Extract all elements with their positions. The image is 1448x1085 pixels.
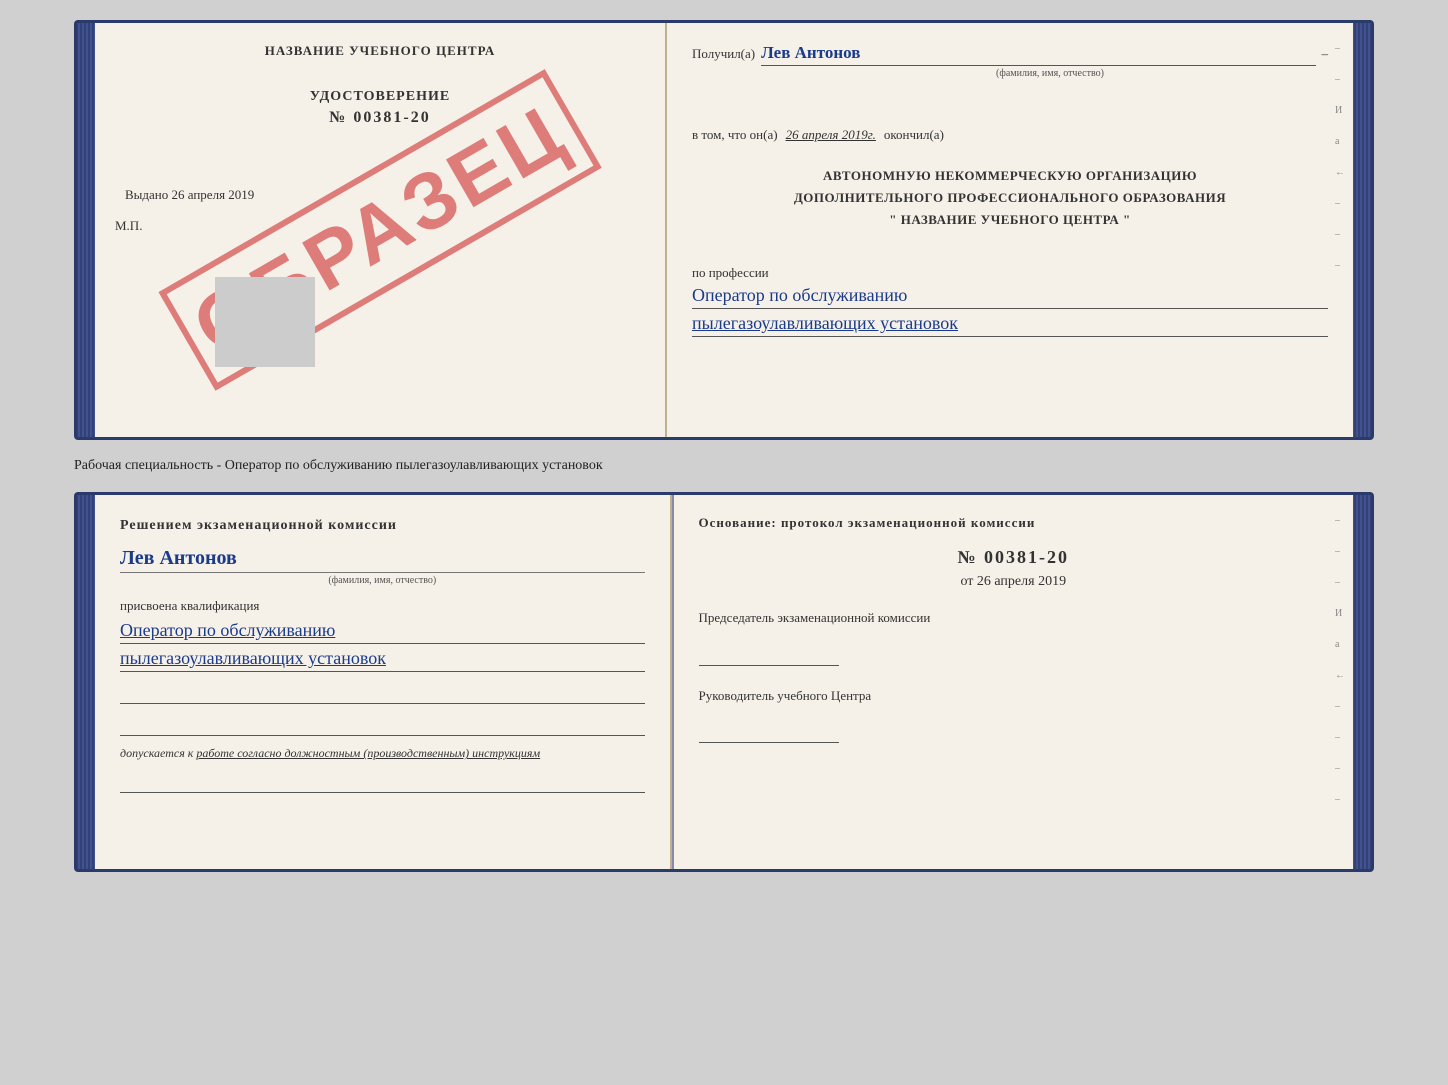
blank-line-3 <box>120 769 645 793</box>
profession-line2: пылегазоулавливающих установок <box>692 313 1328 337</box>
date-prefix: в том, что он(а) <box>692 127 778 143</box>
fio-sublabel-top: (фамилия, имя, отчество) <box>772 68 1328 79</box>
protocol-number: № 00381-20 <box>699 547 1328 568</box>
org-block: АВТОНОМНУЮ НЕКОММЕРЧЕСКУЮ ОРГАНИЗАЦИЮ ДО… <box>692 165 1328 231</box>
certificate-container: НАЗВАНИЕ УЧЕБНОГО ЦЕНТРА УДОСТОВЕРЕНИЕ №… <box>74 20 1374 872</box>
cert-title: УДОСТОВЕРЕНИЕ <box>115 89 645 105</box>
qualification-line2: пылегазоулавливающих установок <box>120 648 645 672</box>
director-signature-line <box>699 725 839 743</box>
profession-label: по профессии <box>692 265 1328 281</box>
blank-line-2 <box>120 712 645 736</box>
chairman-section: Председатель экзаменационной комиссии <box>699 608 1328 666</box>
bottom-left-page: Решением экзаменационной комиссии Лев Ан… <box>95 495 672 869</box>
director-role: Руководитель учебного Центра <box>699 686 1328 706</box>
org-line2: ДОПОЛНИТЕЛЬНОГО ПРОФЕССИОНАЛЬНОГО ОБРАЗО… <box>692 187 1328 209</box>
exam-commission-title: Решением экзаменационной комиссии <box>120 515 645 537</box>
director-section: Руководитель учебного Центра <box>699 686 1328 744</box>
profession-line1: Оператор по обслуживанию <box>692 285 1328 309</box>
chairman-signature-line <box>699 648 839 666</box>
received-label: Получил(а) <box>692 46 755 62</box>
top-spine-right <box>1353 23 1371 437</box>
date-prefix-bottom: от <box>960 574 973 589</box>
admission-prefix: допускается к <box>120 746 193 760</box>
middle-specialty-text: Рабочая специальность - Оператор по обсл… <box>74 452 1374 480</box>
bottom-spine-right <box>1353 495 1371 869</box>
assigned-label: присвоена квалификация <box>120 598 645 614</box>
right-content-top: Получил(а) Лев Антонов – (фамилия, имя, … <box>692 43 1328 337</box>
bottom-fio-sublabel: (фамилия, имя, отчество) <box>120 572 645 586</box>
cert-number: № 00381-20 <box>115 109 645 127</box>
recipient-block: Получил(а) Лев Антонов – (фамилия, имя, … <box>692 43 1328 79</box>
cert-title-block: УДОСТОВЕРЕНИЕ № 00381-20 <box>115 89 645 127</box>
blank-line-1 <box>120 680 645 704</box>
recipient-line: Получил(а) Лев Антонов – <box>692 43 1328 66</box>
side-lines-bottom: – – – И а ← – – – – <box>1335 515 1345 805</box>
top-spine-left <box>77 23 95 437</box>
basis-label: Основание: протокол экзаменационной коми… <box>699 515 1328 531</box>
protocol-date: от 26 апреля 2019 <box>699 574 1328 590</box>
org-line3: " НАЗВАНИЕ УЧЕБНОГО ЦЕНТРА " <box>692 209 1328 231</box>
top-right-page: Получил(а) Лев Антонов – (фамилия, имя, … <box>667 23 1353 437</box>
issued-date-line: Выдано 26 апреля 2019 <box>115 187 645 203</box>
side-lines-top: – – И а ← – – – <box>1335 43 1345 271</box>
issued-label: Выдано <box>125 187 168 202</box>
profession-block: по профессии Оператор по обслуживанию пы… <box>692 255 1328 337</box>
bottom-person-name: Лев Антонов <box>120 547 645 570</box>
chairman-role: Председатель экзаменационной комиссии <box>699 608 1328 628</box>
school-name-top: НАЗВАНИЕ УЧЕБНОГО ЦЕНТРА <box>115 43 645 59</box>
protocol-date-value: 26 апреля 2019 <box>977 574 1066 589</box>
finished-label: окончил(а) <box>884 127 944 143</box>
issued-date-value: 26 апреля 2019 <box>172 187 255 202</box>
top-diploma-book: НАЗВАНИЕ УЧЕБНОГО ЦЕНТРА УДОСТОВЕРЕНИЕ №… <box>74 20 1374 440</box>
qualification-line1: Оператор по обслуживанию <box>120 620 645 644</box>
date-line: в том, что он(а) 26 апреля 2019г. окончи… <box>692 127 1328 143</box>
admission-value: работе согласно должностным (производств… <box>196 746 540 760</box>
bottom-diploma-book: Решением экзаменационной комиссии Лев Ан… <box>74 492 1374 872</box>
bottom-spine-left <box>77 495 95 869</box>
recipient-name: Лев Антонов <box>761 43 1315 66</box>
org-line1: АВТОНОМНУЮ НЕКОММЕРЧЕСКУЮ ОРГАНИЗАЦИЮ <box>692 165 1328 187</box>
dash-separator: – <box>1322 46 1329 62</box>
admission-text-block: допускается к работе согласно должностны… <box>120 746 645 761</box>
photo-placeholder <box>215 277 315 367</box>
bottom-right-page: Основание: протокол экзаменационной коми… <box>674 495 1353 869</box>
top-left-page: НАЗВАНИЕ УЧЕБНОГО ЦЕНТРА УДОСТОВЕРЕНИЕ №… <box>95 23 667 437</box>
mp-label: М.П. <box>115 218 645 234</box>
date-value: 26 апреля 2019г. <box>786 127 876 143</box>
